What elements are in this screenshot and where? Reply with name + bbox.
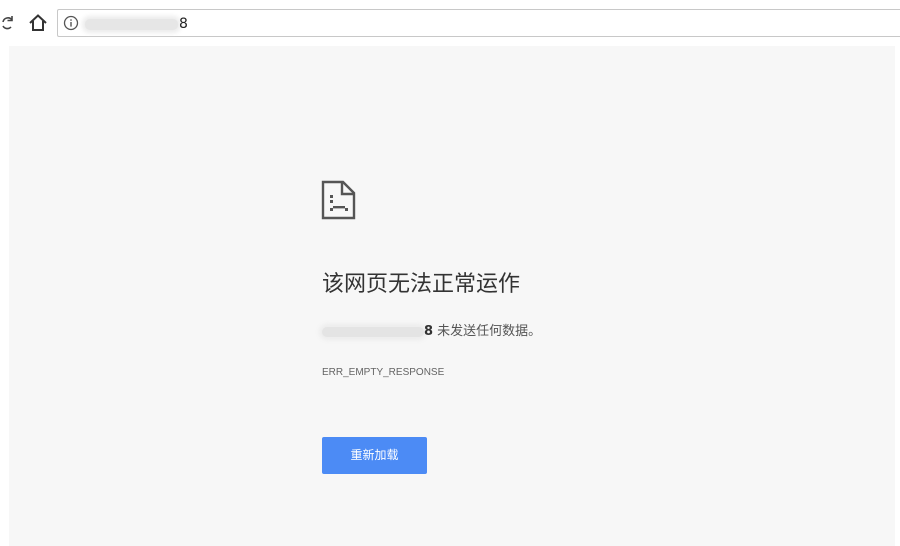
error-description: 8 未发送任何数据。 xyxy=(322,322,541,342)
error-title: 该网页无法正常运作 xyxy=(322,272,521,297)
url-text: 8 xyxy=(85,14,188,34)
url-suffix: 8 xyxy=(179,16,188,32)
browser-toolbar: 8 xyxy=(0,0,900,46)
error-description-text: 未发送任何数据。 xyxy=(433,324,542,339)
host-suffix: 8 xyxy=(424,324,434,339)
home-icon[interactable] xyxy=(26,11,50,35)
redacted-host xyxy=(322,326,424,337)
error-code: ERR_EMPTY_RESPONSE xyxy=(322,367,445,378)
address-bar[interactable]: 8 xyxy=(57,9,900,37)
info-icon[interactable] xyxy=(63,15,79,31)
reload-icon[interactable] xyxy=(2,13,14,33)
reload-button[interactable]: 重新加载 xyxy=(322,437,427,474)
redacted-host xyxy=(85,18,178,30)
error-page: 该网页无法正常运作 8 未发送任何数据。 ERR_EMPTY_RESPONSE … xyxy=(9,46,895,546)
sad-page-icon xyxy=(321,180,357,220)
